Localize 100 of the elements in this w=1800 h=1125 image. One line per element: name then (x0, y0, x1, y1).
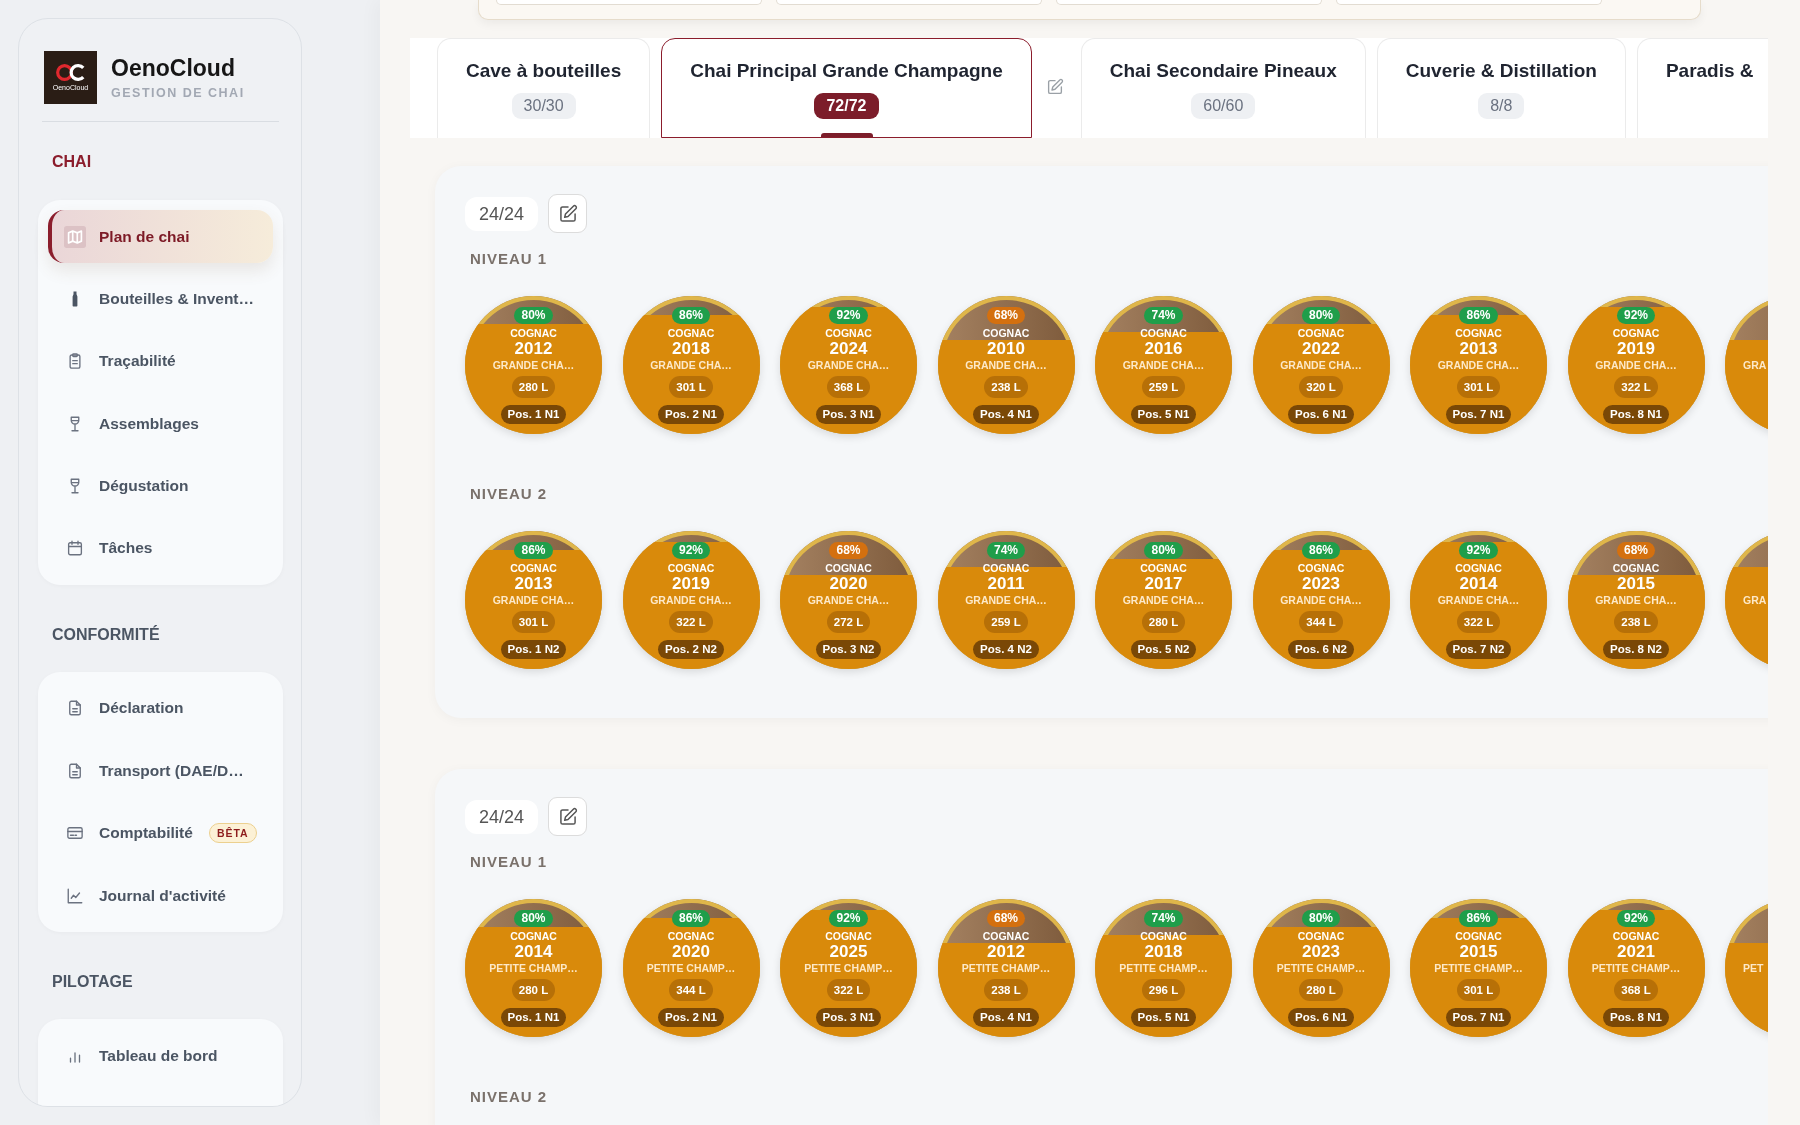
tab[interactable]: Paradis & (1636, 38, 1768, 138)
fill-badge: 68% (1617, 542, 1655, 559)
edit-button[interactable] (548, 797, 588, 836)
barrel[interactable]: 74% COGNAC 2011 GRANDE CHA… 259 L Pos. 4 N2 (937, 531, 1075, 669)
vintage-year: 2018 (1144, 942, 1183, 962)
barrel[interactable]: 74% COGNAC 2016 GRANDE CHA… 259 L Pos. 5 N1 (1095, 296, 1232, 434)
barrel[interactable]: 68% COGNAC 2010 GRANDE CHA… 238 L Pos. 4 N1 (937, 296, 1075, 434)
barrel[interactable]: 92% COGNAC 2021 PETITE CHAMP… 368 L Pos. 8 N1 (1567, 899, 1705, 1037)
volume-pill: 368 L (826, 375, 871, 398)
fill-badge: 68% (987, 307, 1025, 324)
tab[interactable]: Cave à bouteilles 30/30 (437, 38, 651, 138)
beta-badge: BÊTA (208, 823, 257, 844)
vintage-year: 2023 (1302, 942, 1340, 962)
fill-badge: 86% (514, 542, 553, 559)
nav-label: Tâches (99, 539, 153, 558)
cru-label: GRANDE CHA… (1280, 594, 1362, 606)
nav-item[interactable]: Tâches (48, 521, 273, 575)
nav-item[interactable]: Assemblages (48, 397, 273, 451)
fill-badge: 80% (1302, 307, 1340, 324)
input-field[interactable] (776, 0, 1042, 5)
level-heading: NIVEAU 1 (470, 250, 549, 268)
fill-badge: 92% (829, 307, 868, 324)
nav-item[interactable]: Journal d'activité (48, 869, 273, 923)
barrel[interactable]: 80% COGNAC 2012 GRANDE CHA… 280 L Pos. 1 N1 (465, 296, 602, 434)
tab[interactable]: Cuverie & Distillation 8/8 (1376, 38, 1626, 138)
fill-badge: 86% (1459, 307, 1498, 324)
vintage-year: 2020 (829, 574, 868, 594)
count-badge: 72/72 (814, 93, 879, 119)
barrel[interactable]: 92% COGNAC 2019 GRANDE CHA… 322 L Pos. 2 N2 (622, 531, 760, 669)
level-heading: NIVEAU 1 (470, 853, 549, 871)
barrel[interactable]: 92% COGNAC 2019 GRANDE CHA… 322 L Pos. 8 N1 (1567, 296, 1705, 434)
barrel[interactable]: 86% COGNAC 2018 GRANDE CHA… 301 L Pos. 2 N1 (622, 296, 760, 434)
cru-label: GRANDE CHA… (650, 594, 732, 606)
cru-label: GRANDE CHA… (807, 359, 890, 371)
nav-label: Dégustation (99, 477, 189, 496)
cru-label: GRA (1743, 359, 1767, 371)
line-chart-icon (66, 886, 84, 905)
vintage-year: 2020 (672, 942, 710, 962)
barrel[interactable]: 68% COGNAC 2012 PETITE CHAMP… 238 L Pos. 4 N1 (937, 899, 1075, 1037)
clipboard-icon (66, 352, 84, 371)
barrel[interactable]: 68% COGNAC 2020 GRANDE CHA… 272 L Pos. 3 N2 (780, 531, 917, 669)
barrel[interactable]: 92% COGNAC 2014 GRANDE CHA… 322 L Pos. 7 N2 (1410, 531, 1547, 669)
volume-pill: 280 L (1141, 610, 1186, 633)
barrel[interactable]: 86% COGNAC 2020 PETITE CHAMP… 344 L Pos. 2 N1 (622, 899, 760, 1037)
barrel[interactable]: 86% COGNAC 2023 GRANDE CHA… 344 L Pos. 6 N2 (1252, 531, 1390, 669)
volume-pill: 238 L (984, 978, 1028, 1001)
volume-pill: 301 L (1456, 978, 1501, 1001)
input-field[interactable] (1056, 0, 1322, 5)
fill-badge: 80% (514, 307, 553, 324)
nav-item[interactable]: Comptabilité BÊTA (48, 806, 273, 860)
nav-item[interactable]: Dégustation (48, 459, 273, 513)
document-icon (66, 699, 84, 718)
barrel[interactable]: 68% COGNAC 2015 GRANDE CHA… 238 L Pos. 8 N2 (1567, 531, 1705, 669)
cru-label: GRANDE CHA… (650, 359, 732, 371)
active-tab-indicator (820, 133, 873, 137)
barrel[interactable]: 86% COGNAC 2015 PETITE CHAMP… 301 L Pos. 7 N1 (1410, 899, 1547, 1037)
nav-item[interactable]: Traçabilité (48, 334, 273, 388)
nav-label: Bouteilles & Invent… (99, 289, 255, 308)
barrel[interactable]: 92% COGNAC 2025 PETITE CHAMP… 322 L Pos. 3 N1 (780, 899, 917, 1037)
cru-label: PETITE CHAMP… (646, 962, 736, 974)
barrel[interactable]: 80% COGNAC 2014 PETITE CHAMP… 280 L Pos. 1 N1 (465, 899, 602, 1037)
document-icon (66, 761, 84, 780)
vintage-year: 2019 (1617, 339, 1655, 359)
barrel[interactable]: 80% COGNAC 2023 PETITE CHAMP… 280 L Pos. 6 N1 (1252, 899, 1390, 1037)
cru-label: PETITE CHAMP… (1591, 962, 1681, 974)
spirit-type: COGNAC (982, 562, 1030, 574)
volume-pill: 322 L (1614, 375, 1658, 398)
tab[interactable]: Chai Principal Grande Champagne 72/72 (661, 38, 1032, 138)
tab[interactable]: Chai Secondaire Pineaux 60/60 (1080, 38, 1366, 138)
vintage-year: 2014 (514, 942, 553, 962)
barrel[interactable]: 92% COGNAC 2024 GRANDE CHA… 368 L Pos. 3 N1 (780, 296, 917, 434)
volume-pill: 301 L (669, 375, 713, 398)
barrel[interactable]: 80% COGNAC 2017 GRANDE CHA… 280 L Pos. 5 N2 (1095, 531, 1232, 669)
nav-item[interactable]: Plan de chai (48, 210, 273, 263)
cru-label: PETITE CHAMP… (489, 962, 578, 974)
volume-pill: 238 L (1614, 610, 1658, 633)
vintage-year: 2011 (987, 574, 1025, 594)
barrel[interactable]: 86% COGNAC 2013 GRANDE CHA… 301 L Pos. 7 N1 (1410, 296, 1547, 434)
nav-label: Journal d'activité (99, 886, 226, 905)
nav-item[interactable]: Déclaration (48, 681, 273, 735)
fill-badge: 80% (1144, 542, 1183, 559)
barrel[interactable]: 80% COGNAC 2022 GRANDE CHA… 320 L Pos. 6 N1 (1252, 296, 1390, 434)
nav-item[interactable]: Bouteilles & Invent… (48, 272, 273, 326)
volume-pill: 320 L (1299, 375, 1343, 398)
vintage-year: 2010 (987, 339, 1025, 359)
spirit-type: COGNAC (510, 562, 557, 574)
input-field[interactable] (1336, 0, 1602, 5)
edit-button[interactable] (548, 194, 588, 233)
nav-item[interactable]: Tableau de bord (48, 1029, 273, 1083)
input-field[interactable] (496, 0, 762, 5)
count-badge: 60/60 (1191, 93, 1256, 119)
spirit-type: COGNAC (510, 930, 557, 942)
vintage-year: 2015 (1617, 574, 1655, 594)
nav-item[interactable]: Transport (DAE/D… (48, 744, 273, 798)
spirit-type: COGNAC (1612, 562, 1660, 574)
barrel[interactable]: 86% COGNAC 2013 GRANDE CHA… 301 L Pos. 1 N2 (465, 531, 602, 669)
volume-pill: 368 L (1614, 978, 1658, 1001)
vintage-year: 2023 (1302, 574, 1340, 594)
barrel[interactable]: 74% COGNAC 2018 PETITE CHAMP… 296 L Pos. 5 N1 (1095, 899, 1232, 1037)
calendar-icon (66, 539, 84, 558)
